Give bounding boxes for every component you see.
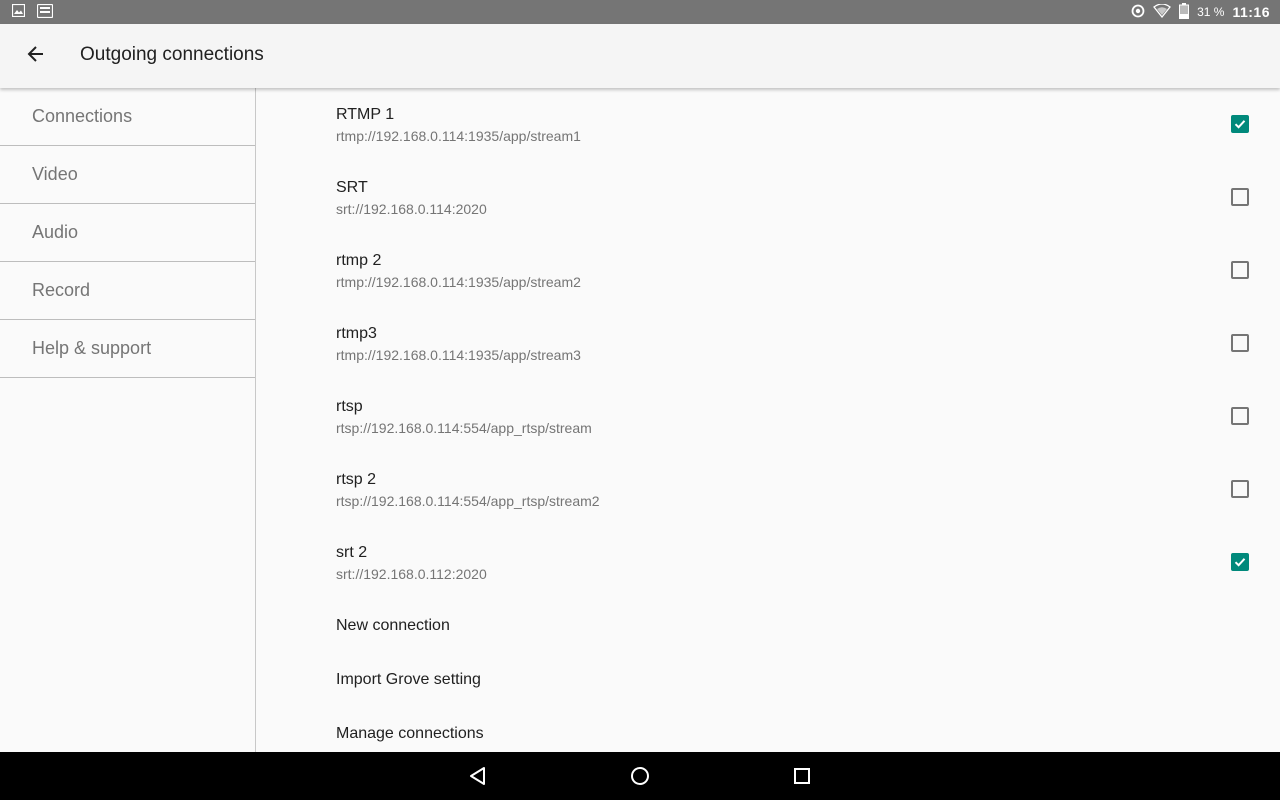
new-connection-button[interactable]: New connection bbox=[336, 617, 450, 635]
connection-checkbox[interactable] bbox=[1231, 480, 1249, 498]
sidebar-item-audio[interactable]: Audio bbox=[0, 204, 255, 262]
recents-square-icon[interactable] bbox=[790, 764, 814, 788]
home-circle-icon[interactable] bbox=[628, 764, 652, 788]
battery-icon bbox=[1179, 2, 1190, 22]
battery-percent: 31 % bbox=[1197, 5, 1225, 19]
connection-name: rtsp bbox=[336, 398, 363, 415]
connection-item[interactable]: rtsp 2 rtsp://192.168.0.114:554/app_rtsp… bbox=[256, 453, 1280, 526]
back-button[interactable] bbox=[20, 40, 52, 72]
connection-item[interactable]: RTMP 1 rtmp://192.168.0.114:1935/app/str… bbox=[256, 88, 1280, 161]
connection-item[interactable]: rtmp 2 rtmp://192.168.0.114:1935/app/str… bbox=[256, 234, 1280, 307]
cast-icon bbox=[36, 3, 54, 19]
navigation-bar bbox=[0, 752, 1280, 800]
page-title: Outgoing connections bbox=[80, 44, 264, 65]
sidebar-item-label: Record bbox=[32, 280, 91, 300]
connection-url: srt://192.168.0.114:2020 bbox=[336, 201, 487, 217]
connection-item[interactable]: SRT srt://192.168.0.114:2020 bbox=[256, 161, 1280, 234]
sidebar-item-label: Help & support bbox=[32, 338, 152, 358]
connection-checkbox[interactable] bbox=[1231, 115, 1249, 133]
connection-item[interactable]: srt 2 srt://192.168.0.112:2020 bbox=[256, 526, 1280, 599]
back-triangle-icon[interactable] bbox=[466, 764, 490, 788]
connection-url: rtsp://192.168.0.114:554/app_rtsp/stream bbox=[336, 420, 592, 436]
sidebar-item-connections[interactable]: Connections bbox=[0, 88, 255, 146]
sidebar-item-record[interactable]: Record bbox=[0, 262, 255, 320]
connection-checkbox[interactable] bbox=[1231, 407, 1249, 425]
connection-item[interactable]: rtmp3 rtmp://192.168.0.114:1935/app/stre… bbox=[256, 307, 1280, 380]
connection-name: RTMP 1 bbox=[336, 106, 395, 123]
connections-list: RTMP 1 rtmp://192.168.0.114:1935/app/str… bbox=[256, 88, 1280, 752]
connection-url: rtmp://192.168.0.114:1935/app/stream2 bbox=[336, 274, 581, 290]
check-icon bbox=[1234, 558, 1246, 567]
connection-item[interactable]: rtsp rtsp://192.168.0.114:554/app_rtsp/s… bbox=[256, 380, 1280, 453]
import-grove-setting-button[interactable]: Import Grove setting bbox=[336, 671, 481, 689]
clock: 11:16 bbox=[1232, 4, 1270, 20]
connection-url: rtmp://192.168.0.114:1935/app/stream1 bbox=[336, 128, 581, 144]
connection-url: srt://192.168.0.112:2020 bbox=[336, 566, 487, 582]
sidebar: Connections Video Audio Record Help & su… bbox=[0, 88, 256, 752]
wifi-icon bbox=[1153, 2, 1172, 21]
sidebar-item-label: Video bbox=[32, 164, 78, 184]
sidebar-item-label: Audio bbox=[32, 222, 79, 242]
connection-name: rtsp 2 bbox=[336, 471, 377, 488]
check-icon bbox=[1234, 120, 1246, 129]
connection-checkbox[interactable] bbox=[1231, 261, 1249, 279]
data-saver-icon bbox=[1131, 4, 1145, 21]
sidebar-item-video[interactable]: Video bbox=[0, 146, 255, 204]
sidebar-item-label: Connections bbox=[32, 106, 133, 126]
connection-checkbox[interactable] bbox=[1231, 334, 1249, 352]
connection-url: rtsp://192.168.0.114:554/app_rtsp/stream… bbox=[336, 493, 600, 509]
connection-url: rtmp://192.168.0.114:1935/app/stream3 bbox=[336, 347, 581, 363]
arrow-back-icon bbox=[26, 44, 46, 69]
image-icon bbox=[11, 3, 26, 18]
connection-name: rtmp3 bbox=[336, 325, 377, 342]
connection-name: SRT bbox=[336, 179, 368, 196]
sidebar-item-help-support[interactable]: Help & support bbox=[0, 320, 255, 378]
connection-name: rtmp 2 bbox=[336, 252, 382, 269]
connection-checkbox[interactable] bbox=[1231, 188, 1249, 206]
connection-name: srt 2 bbox=[336, 544, 368, 561]
manage-connections-button[interactable]: Manage connections bbox=[336, 725, 484, 743]
status-bar: 31 % 11:16 bbox=[0, 0, 1280, 24]
app-bar: Outgoing connections bbox=[0, 24, 1280, 88]
connection-checkbox[interactable] bbox=[1231, 553, 1249, 571]
